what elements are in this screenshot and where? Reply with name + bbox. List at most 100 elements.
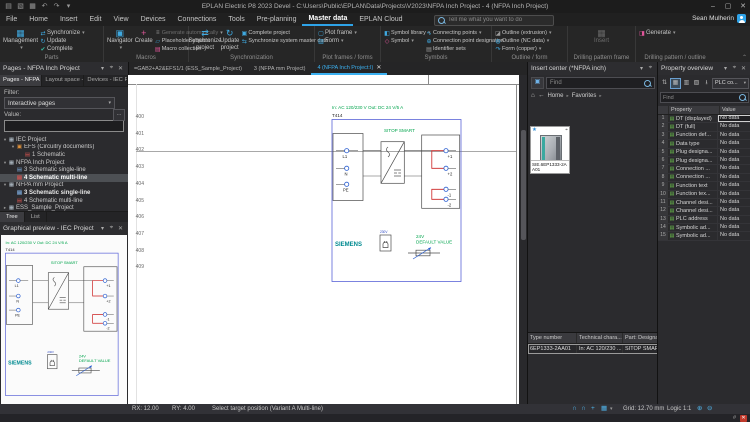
property-row-plug-designa[interactable]: 6▤Plug designa...No data — [658, 157, 750, 165]
tab-layout-space[interactable]: Layout space - IE... — [42, 75, 84, 86]
new-icon[interactable]: ▤ — [4, 0, 13, 13]
menu-tab-connections[interactable]: Connections — [172, 14, 223, 26]
property-value[interactable]: No data — [718, 199, 750, 206]
error-badge[interactable]: ✕ — [740, 415, 747, 422]
filter-more-button[interactable]: … — [113, 109, 125, 121]
property-row-symbolic-ad[interactable]: 14▤Symbolic ad...No data — [658, 224, 750, 232]
synchronize-project-button[interactable]: ⇄ Synchronize project — [191, 27, 219, 54]
sitop-macro-schematic[interactable] — [328, 100, 470, 290]
property-search[interactable]: Find — [660, 92, 749, 103]
insert-center-icon[interactable]: ▣ — [531, 77, 544, 89]
parts-table-row[interactable]: 6EP1333-2AA01 In: AC 120/230 ... SITOP S… — [528, 344, 658, 354]
panel-dropdown-icon[interactable]: ▾ — [637, 65, 646, 72]
navigator-button[interactable]: ▣ Navigator▾ — [106, 27, 134, 54]
property-row-channel-desi[interactable]: 12▤Channel desi...No data — [658, 207, 750, 215]
symbol-button[interactable]: ◇Symbol▾ — [383, 37, 425, 45]
value-input[interactable] — [4, 120, 124, 132]
breadcrumb-home[interactable]: Home — [547, 93, 563, 99]
form-copper-button[interactable]: ↷Form (copper)▾ — [494, 45, 551, 53]
snap-icon[interactable]: ∩ — [572, 404, 577, 414]
crosshair-icon[interactable]: + — [591, 404, 595, 414]
property-value[interactable]: No data — [718, 207, 750, 214]
undo-icon[interactable]: ↶ — [40, 0, 49, 13]
plot-frame-button[interactable]: ▢Plot frame▾ — [317, 29, 357, 37]
qat-dropdown-icon[interactable]: ▾ — [64, 0, 73, 13]
menu-tab-file[interactable]: File — [0, 14, 23, 26]
grid-dropdown-icon[interactable]: ▾ — [610, 404, 613, 414]
insert-center-header[interactable]: Insert center (*NFPA inch) ▾ ⌖ — [528, 62, 658, 75]
synchronize-button[interactable]: ⇄Synchronize▾ — [39, 29, 85, 37]
property-row-connection[interactable]: 8▤Connection ...No data — [658, 174, 750, 182]
favorite-part-tile[interactable]: ★ ⌖ SIE.6EP1333-2AA01 — [530, 126, 570, 174]
pin-icon[interactable]: ⌖ — [646, 65, 655, 72]
pin-icon[interactable]: ⌖ — [730, 65, 739, 72]
favorite-star-icon[interactable]: ★ — [532, 127, 537, 133]
property-value[interactable]: No data — [718, 149, 750, 156]
property-value[interactable]: No data — [718, 191, 750, 198]
tab-tree[interactable]: Tree — [0, 212, 25, 222]
doc-tab-ess-sample[interactable]: =GAB2+A2&EFS1/1 (ESS_Sample_Project) — [128, 62, 248, 75]
property-panel-header[interactable]: Property overview ▾ ⌖ ✕ — [658, 62, 750, 75]
menu-tab-edit[interactable]: Edit — [83, 14, 107, 26]
doc-tab-nfpa-inch[interactable]: 4 (NFPA Inch Project:I)✕ — [311, 62, 387, 75]
property-row-plc-address[interactable]: 13▤PLC addressNo data — [658, 216, 750, 224]
property-row-function-def[interactable]: 3▤Function def...No data — [658, 132, 750, 140]
panel-dropdown-icon[interactable]: ▾ — [721, 65, 730, 72]
hash-icon[interactable]: # — [733, 414, 736, 422]
management-button[interactable]: ▦ Management▾ — [2, 27, 39, 54]
tree-item-3-schematic-single-line[interactable]: ▤3 Schematic single-line — [0, 166, 128, 174]
property-value[interactable]: No data — [718, 140, 750, 147]
object-snap-icon[interactable]: ∩ — [581, 404, 586, 414]
export-icon[interactable]: ⭳ — [702, 79, 711, 88]
tree-item-iec-project[interactable]: ▾▦IEC Project — [0, 136, 128, 144]
panel-dropdown-icon[interactable]: ▾ — [98, 65, 107, 72]
save-icon[interactable]: ▦ — [28, 0, 37, 13]
sort-icon[interactable]: ⇅ — [660, 79, 669, 88]
property-row-function-tex[interactable]: 10▤Function tex...No data — [658, 191, 750, 199]
menu-tab-home[interactable]: Home — [23, 14, 54, 26]
open-icon[interactable]: ▧ — [16, 0, 25, 13]
zoom-in-icon[interactable]: ⊕ — [697, 404, 702, 414]
property-row-function-text[interactable]: 9▤Function textNo data — [658, 182, 750, 190]
grid-view-icon[interactable]: ▦ — [670, 78, 681, 89]
property-value[interactable]: No data — [718, 132, 750, 139]
insert-drilling-pattern-button[interactable]: ▦ Insert — [593, 27, 610, 54]
property-value[interactable]: No data — [718, 115, 750, 122]
outline-extrusion-button[interactable]: ◪Outline (extrusion)▾ — [494, 29, 551, 37]
tree-item-efs-circuitry-documents[interactable]: ▾▣EFS (Circuitry documents) — [0, 144, 128, 152]
breadcrumb-favorites[interactable]: Favorites — [572, 93, 597, 99]
ribbon-collapse-icon[interactable]: ⌃ — [742, 54, 747, 61]
minimize-button[interactable]: – — [706, 0, 720, 13]
tree-item-4-schematic-multi-line[interactable]: ▤4 Schematic multi-line — [0, 197, 128, 205]
property-value[interactable]: No data — [718, 216, 750, 223]
menu-tab-insert[interactable]: Insert — [54, 14, 84, 26]
property-value[interactable]: No data — [718, 165, 750, 172]
zoom-out-icon[interactable]: ⊖ — [707, 404, 712, 414]
close-tab-icon[interactable]: ✕ — [376, 63, 381, 73]
update-project-button[interactable]: ↻ Update project — [219, 27, 240, 54]
doc-tab-nfpa-mm[interactable]: 3 (NFPA mm Project) — [248, 62, 312, 75]
status-grid[interactable]: Grid: 12.70 mm — [623, 404, 664, 414]
status-logic[interactable]: Logic 1:1 — [667, 404, 691, 414]
menu-tab-pre-planning[interactable]: Pre-planning — [251, 14, 303, 26]
redo-icon[interactable]: ↷ — [52, 0, 61, 13]
tree-item-4-schematic-multi-line[interactable]: ▤4 Schematic multi-line — [0, 174, 128, 182]
canvas-vertical-scrollbar[interactable] — [519, 75, 527, 404]
property-row-channel-desi[interactable]: 11▤Channel desi...No data — [658, 199, 750, 207]
tell-me-search[interactable]: Tell me what you want to do — [434, 15, 554, 26]
grid-icon[interactable]: ▦ — [601, 404, 607, 414]
scrollbar-thumb[interactable] — [521, 130, 526, 240]
close-icon[interactable]: ✕ — [739, 65, 748, 72]
close-icon[interactable]: ✕ — [116, 225, 125, 232]
property-value[interactable]: No data — [718, 232, 750, 239]
filter-select[interactable]: Interactive pages ▾ — [4, 97, 115, 109]
paste-icon[interactable]: ▧ — [692, 79, 701, 88]
complete-button[interactable]: ✔Complete — [39, 45, 85, 53]
property-row-data-type[interactable]: 4▤Data typeNo data — [658, 140, 750, 148]
restore-button[interactable]: ▢ — [721, 0, 735, 13]
preview-canvas[interactable] — [1, 235, 127, 404]
tree-item-3-schematic-single-line[interactable]: ▤3 Schematic single-line — [0, 189, 128, 197]
tree-item-1-schematic[interactable]: ▤1 Schematic — [0, 151, 128, 159]
property-row-connection[interactable]: 7▤Connection ...No data — [658, 165, 750, 173]
property-row-plug-designa[interactable]: 5▤Plug designa...No data — [658, 149, 750, 157]
